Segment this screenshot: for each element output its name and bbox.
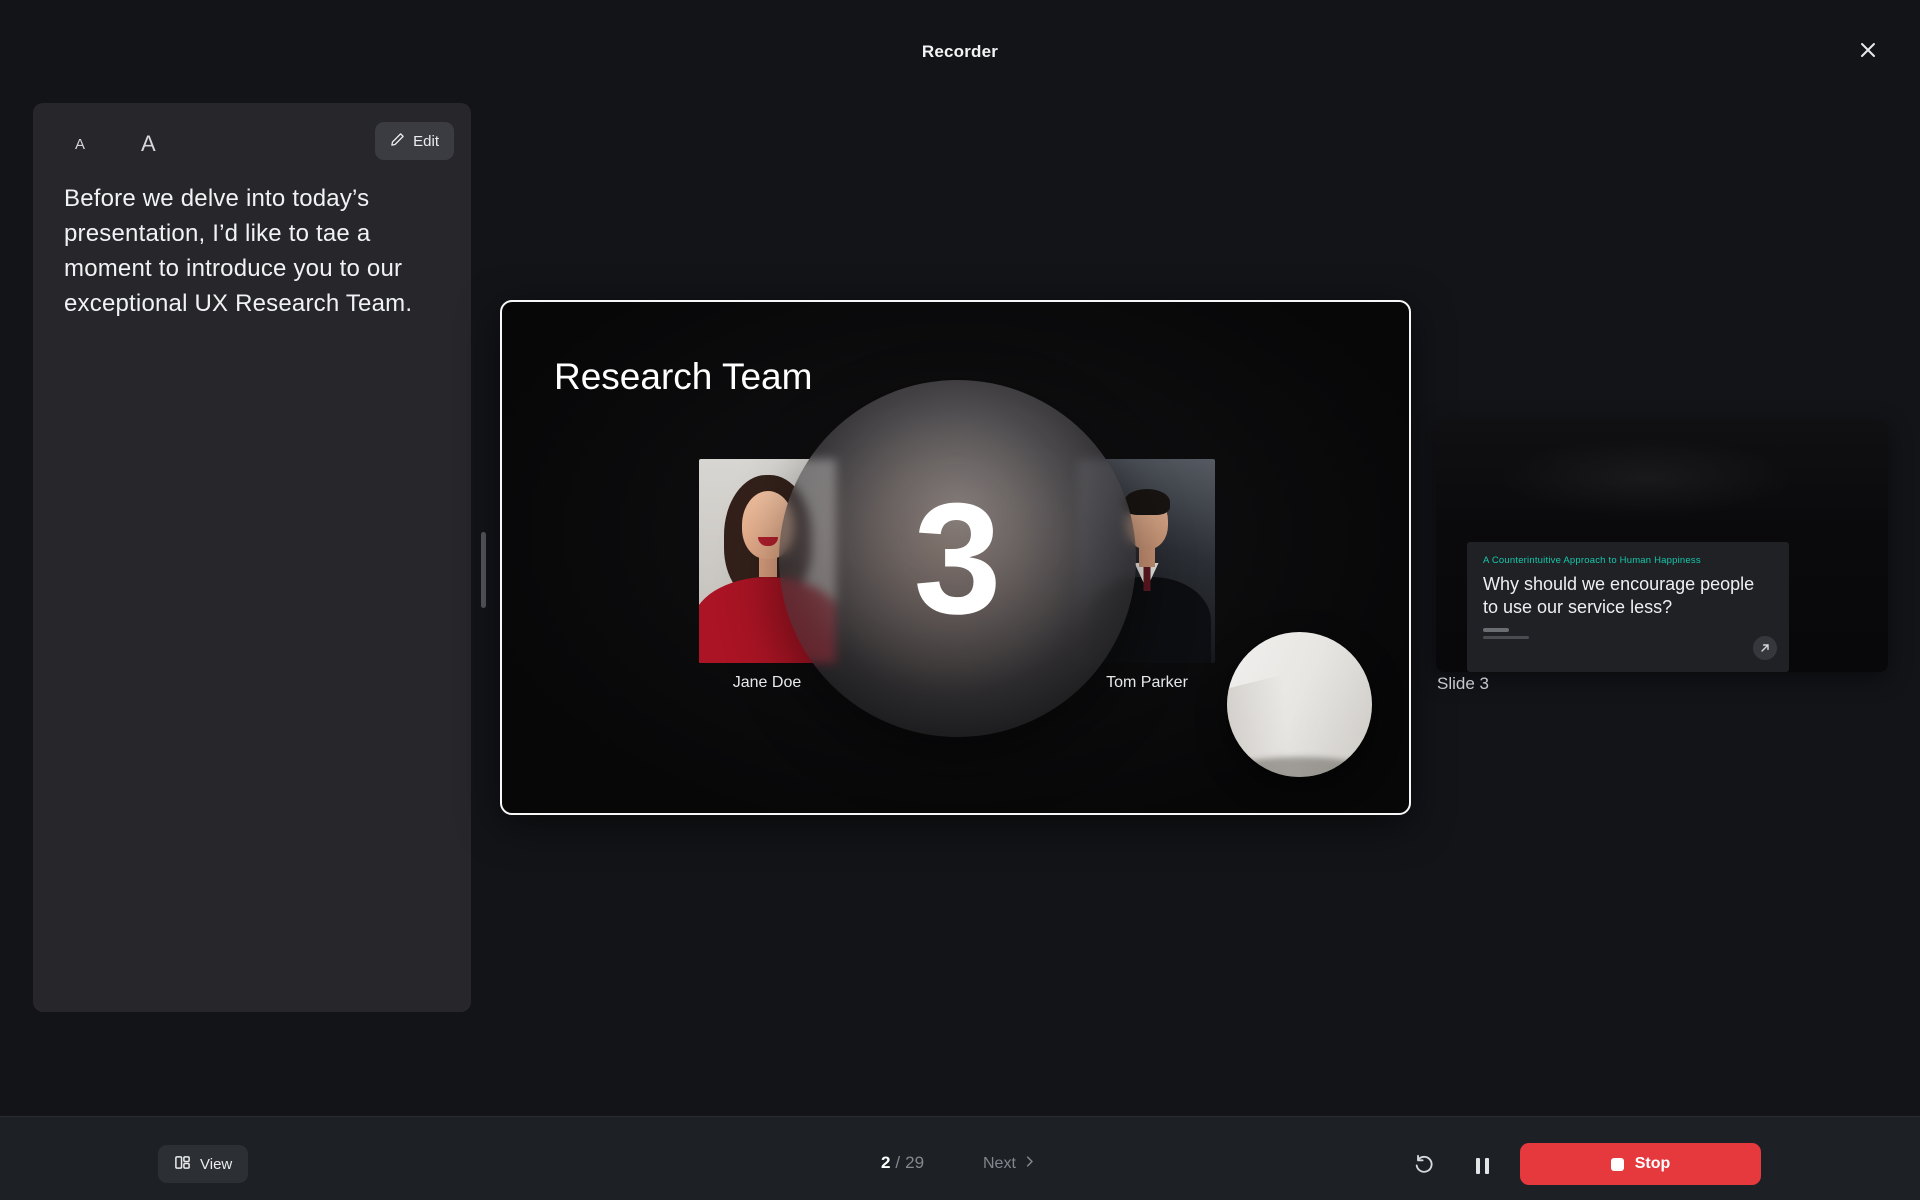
- photo-detail: [1123, 489, 1170, 515]
- view-layout-icon: [174, 1154, 191, 1175]
- restart-recording-button[interactable]: [1408, 1150, 1440, 1182]
- teleprompter-scrollbar[interactable]: [481, 532, 486, 608]
- pause-icon: [1484, 1158, 1489, 1174]
- page-title: Recorder: [921, 42, 999, 61]
- countdown-number: 3: [913, 470, 1002, 647]
- next-slide-meta-line: [1483, 628, 1509, 632]
- share-arrow-icon: [1753, 636, 1777, 660]
- current-slide-number: 2: [880, 1153, 891, 1172]
- font-size-controls: A A: [75, 127, 156, 161]
- stop-recording-button[interactable]: Stop: [1520, 1143, 1761, 1185]
- teleprompter-panel: A A Edit Before we delve into today’s pr…: [33, 103, 471, 1012]
- next-slide-eyebrow: A Counterintuitive Approach to Human Hap…: [1483, 555, 1701, 566]
- next-slide-question: Why should we encourage people to use ou…: [1483, 574, 1755, 617]
- member-name-tom: Tom Parker: [1106, 674, 1188, 691]
- view-button-label: View: [200, 1155, 233, 1173]
- stop-square-icon: [1610, 1157, 1624, 1171]
- pause-icon: [1475, 1158, 1480, 1174]
- chevron-right-icon: [1022, 1154, 1037, 1174]
- restart-icon: [1413, 1153, 1435, 1180]
- recorder-window: Recorder A A Edit Before we delve into t…: [0, 0, 1920, 1200]
- slide-page-indicator: 2/29: [855, 1153, 950, 1173]
- next-slide-caption: Slide 3: [1437, 674, 1489, 693]
- edit-button-label: Edit: [413, 132, 439, 150]
- total-slide-count: 29: [905, 1153, 925, 1172]
- pencil-icon: [390, 132, 405, 151]
- next-slide-thumbnail[interactable]: A Counterintuitive Approach to Human Hap…: [1436, 420, 1888, 672]
- current-slide-preview: Research Team 3 Jane Doe Tom Parker: [500, 300, 1411, 815]
- next-slide-card: A Counterintuitive Approach to Human Hap…: [1467, 542, 1789, 672]
- teleprompter-script: Before we delve into today’s presentatio…: [64, 185, 413, 317]
- next-slide-meta-line: [1483, 636, 1529, 639]
- close-icon: [1858, 40, 1878, 65]
- photo-detail: [1143, 565, 1150, 591]
- close-button[interactable]: [1850, 34, 1886, 70]
- pause-recording-button[interactable]: [1466, 1150, 1498, 1182]
- font-size-large-button[interactable]: A: [141, 131, 156, 157]
- webcam-preview-bubble[interactable]: [1227, 632, 1372, 777]
- footer-bar: View 2/29 Next Stop: [0, 1116, 1920, 1200]
- page-separator: /: [895, 1153, 901, 1172]
- member-name-jane: Jane Doe: [732, 674, 802, 691]
- countdown-circle: 3: [779, 380, 1136, 737]
- next-slide-button[interactable]: Next: [973, 1145, 1047, 1183]
- view-button[interactable]: View: [158, 1145, 249, 1183]
- edit-button[interactable]: Edit: [375, 122, 454, 160]
- stop-button-label: Stop: [1634, 1155, 1671, 1172]
- slide-title: Research Team: [554, 356, 813, 397]
- next-button-label: Next: [983, 1155, 1016, 1172]
- font-size-small-button[interactable]: A: [75, 136, 85, 153]
